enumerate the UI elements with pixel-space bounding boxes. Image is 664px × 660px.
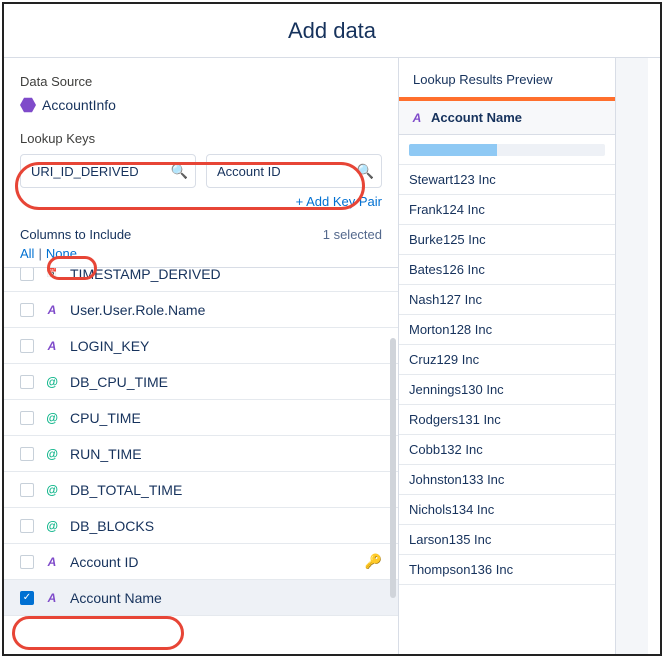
number-type-icon: @ — [44, 375, 60, 389]
preview-rows[interactable]: Stewart123 IncFrank124 IncBurke125 IncBa… — [399, 165, 615, 654]
left-panel: Data Source AccountInfo Lookup Keys 🔍 🔍 … — [4, 58, 399, 654]
column-checkbox[interactable] — [20, 483, 34, 497]
column-checkbox[interactable] — [20, 303, 34, 317]
lookup-keys-label: Lookup Keys — [20, 131, 382, 146]
column-name: LOGIN_KEY — [70, 338, 149, 354]
column-item[interactable]: @ CPU_TIME — [4, 400, 398, 436]
preview-row: Burke125 Inc — [399, 225, 615, 255]
column-item[interactable]: @ RUN_TIME — [4, 436, 398, 472]
scrollbar[interactable] — [390, 338, 396, 598]
columns-label: Columns to Include — [20, 227, 131, 242]
preview-row: Morton128 Inc — [399, 315, 615, 345]
key-icon: 🔑 — [365, 553, 382, 570]
column-item[interactable]: A Account ID 🔑 — [4, 544, 398, 580]
preview-row: Larson135 Inc — [399, 525, 615, 555]
preview-row: Nichols134 Inc — [399, 495, 615, 525]
number-type-icon: @ — [44, 483, 60, 497]
columns-list[interactable]: 📅TIMESTAMP_DERIVEDAUser.User.Role.NameAL… — [4, 267, 398, 627]
preview-row: Stewart123 Inc — [399, 165, 615, 195]
right-panel: Lookup Results Preview A Account Name St… — [399, 58, 660, 654]
right-gutter — [616, 58, 648, 654]
filter-all-link[interactable]: All — [20, 246, 34, 261]
search-icon: 🔍 — [171, 163, 188, 180]
column-name: DB_BLOCKS — [70, 518, 154, 534]
text-type-icon: A — [44, 591, 60, 605]
number-type-icon: @ — [44, 519, 60, 533]
preview-row: Jennings130 Inc — [399, 375, 615, 405]
column-name: DB_CPU_TIME — [70, 374, 168, 390]
number-type-icon: @ — [44, 447, 60, 461]
preview-column-header: A Account Name — [399, 101, 615, 135]
column-name: Account Name — [70, 590, 162, 606]
column-name: DB_TOTAL_TIME — [70, 482, 182, 498]
column-item[interactable]: @ DB_TOTAL_TIME — [4, 472, 398, 508]
data-source-name: AccountInfo — [42, 97, 116, 113]
preview-row: Cruz129 Inc — [399, 345, 615, 375]
preview-row: Cobb132 Inc — [399, 435, 615, 465]
column-filters: All|None — [20, 246, 382, 261]
preview-row: Frank124 Inc — [399, 195, 615, 225]
data-source-row: AccountInfo — [20, 97, 382, 113]
page-title: Add data — [288, 18, 376, 44]
dataset-icon — [20, 97, 36, 113]
preview-row: Thompson136 Inc — [399, 555, 615, 585]
column-checkbox[interactable] — [20, 591, 34, 605]
column-item[interactable]: 📅 TIMESTAMP_DERIVED — [4, 267, 398, 292]
number-type-icon: @ — [44, 411, 60, 425]
text-type-icon: A — [44, 303, 60, 317]
column-name: CPU_TIME — [70, 410, 141, 426]
preview-distribution-row — [399, 135, 615, 165]
preview-row: Bates126 Inc — [399, 255, 615, 285]
column-item[interactable]: A LOGIN_KEY — [4, 328, 398, 364]
search-icon: 🔍 — [357, 163, 374, 180]
column-checkbox[interactable] — [20, 375, 34, 389]
text-type-icon: A — [44, 555, 60, 569]
data-source-label: Data Source — [20, 74, 382, 89]
column-item[interactable]: A Account Name — [4, 580, 398, 616]
column-checkbox[interactable] — [20, 267, 34, 281]
selected-count: 1 selected — [323, 227, 382, 242]
column-item[interactable]: @ DB_CPU_TIME — [4, 364, 398, 400]
filter-none-link[interactable]: None — [46, 246, 77, 261]
column-checkbox[interactable] — [20, 339, 34, 353]
distribution-bar — [409, 144, 497, 156]
column-checkbox[interactable] — [20, 555, 34, 569]
preview-column-name: Account Name — [431, 110, 522, 125]
lookup-keys-row: 🔍 🔍 — [20, 154, 382, 188]
column-item[interactable]: A User.User.Role.Name — [4, 292, 398, 328]
column-item[interactable]: @ DB_BLOCKS — [4, 508, 398, 544]
preview-row: Johnston133 Inc — [399, 465, 615, 495]
preview-label: Lookup Results Preview — [399, 58, 615, 97]
column-name: Account ID — [70, 554, 138, 570]
text-type-icon: A — [409, 111, 425, 125]
preview-row: Rodgers131 Inc — [399, 405, 615, 435]
column-checkbox[interactable] — [20, 411, 34, 425]
text-type-icon: A — [44, 339, 60, 353]
column-name: RUN_TIME — [70, 446, 142, 462]
column-name: User.User.Role.Name — [70, 302, 205, 318]
column-checkbox[interactable] — [20, 519, 34, 533]
date-type-icon: 📅 — [44, 267, 60, 281]
column-checkbox[interactable] — [20, 447, 34, 461]
titlebar: Add data — [4, 4, 660, 58]
add-key-pair-link[interactable]: + Add Key Pair — [20, 194, 382, 209]
column-name: TIMESTAMP_DERIVED — [70, 267, 221, 282]
preview-row: Nash127 Inc — [399, 285, 615, 315]
